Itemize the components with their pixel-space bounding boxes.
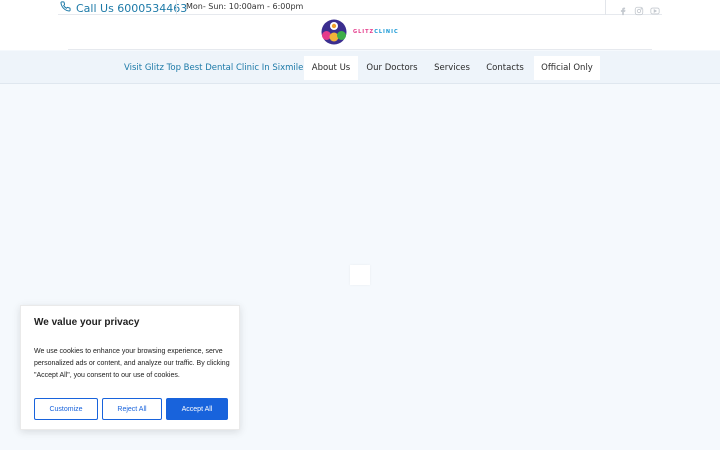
cookie-title: We value your privacy: [34, 317, 140, 328]
separator: [605, 0, 606, 15]
nav-item-contacts[interactable]: Contacts: [480, 56, 530, 80]
call-link[interactable]: Call Us 6000534463: [60, 1, 187, 15]
logo-text: GLITZCLINIC: [353, 29, 399, 35]
youtube-icon[interactable]: [650, 1, 660, 15]
call-label: Call Us 6000534463: [76, 1, 188, 15]
contact-bar: Call Us 6000534463 Mon- Sun: 10:00am - 6…: [58, 0, 662, 16]
accept-all-button[interactable]: Accept All: [166, 398, 228, 420]
header-divider: [68, 49, 652, 50]
facebook-icon[interactable]: [618, 1, 628, 16]
social-links: [618, 1, 660, 16]
logo-mark: [318, 19, 350, 45]
main-nav: Visit Glitz Top Best Dental Clinic In Si…: [0, 51, 720, 84]
nav-item-visit-glitz[interactable]: Visit Glitz Top Best Dental Clinic In Si…: [124, 56, 303, 80]
site-logo[interactable]: GLITZCLINIC: [318, 19, 408, 45]
opening-hours: Mon- Sun: 10:00am - 6:00pm: [186, 2, 304, 11]
phone-icon: [60, 1, 71, 15]
nav-item-about-us[interactable]: About Us: [304, 56, 358, 80]
nav-item-services[interactable]: Services: [428, 56, 476, 80]
cookie-consent-banner: We value your privacy We use cookies to …: [20, 305, 240, 430]
nav-item-official-only[interactable]: Official Only: [534, 56, 600, 80]
cookie-text: We use cookies to enhance your browsing …: [34, 348, 230, 379]
separator: [176, 0, 177, 15]
customize-button[interactable]: Customize: [34, 398, 98, 420]
instagram-icon[interactable]: [634, 1, 644, 16]
reject-all-button[interactable]: Reject All: [102, 398, 162, 420]
top-header: Call Us 6000534463 Mon- Sun: 10:00am - 6…: [0, 0, 720, 50]
nav-item-our-doctors[interactable]: Our Doctors: [360, 56, 424, 80]
page-loader: [350, 265, 370, 285]
